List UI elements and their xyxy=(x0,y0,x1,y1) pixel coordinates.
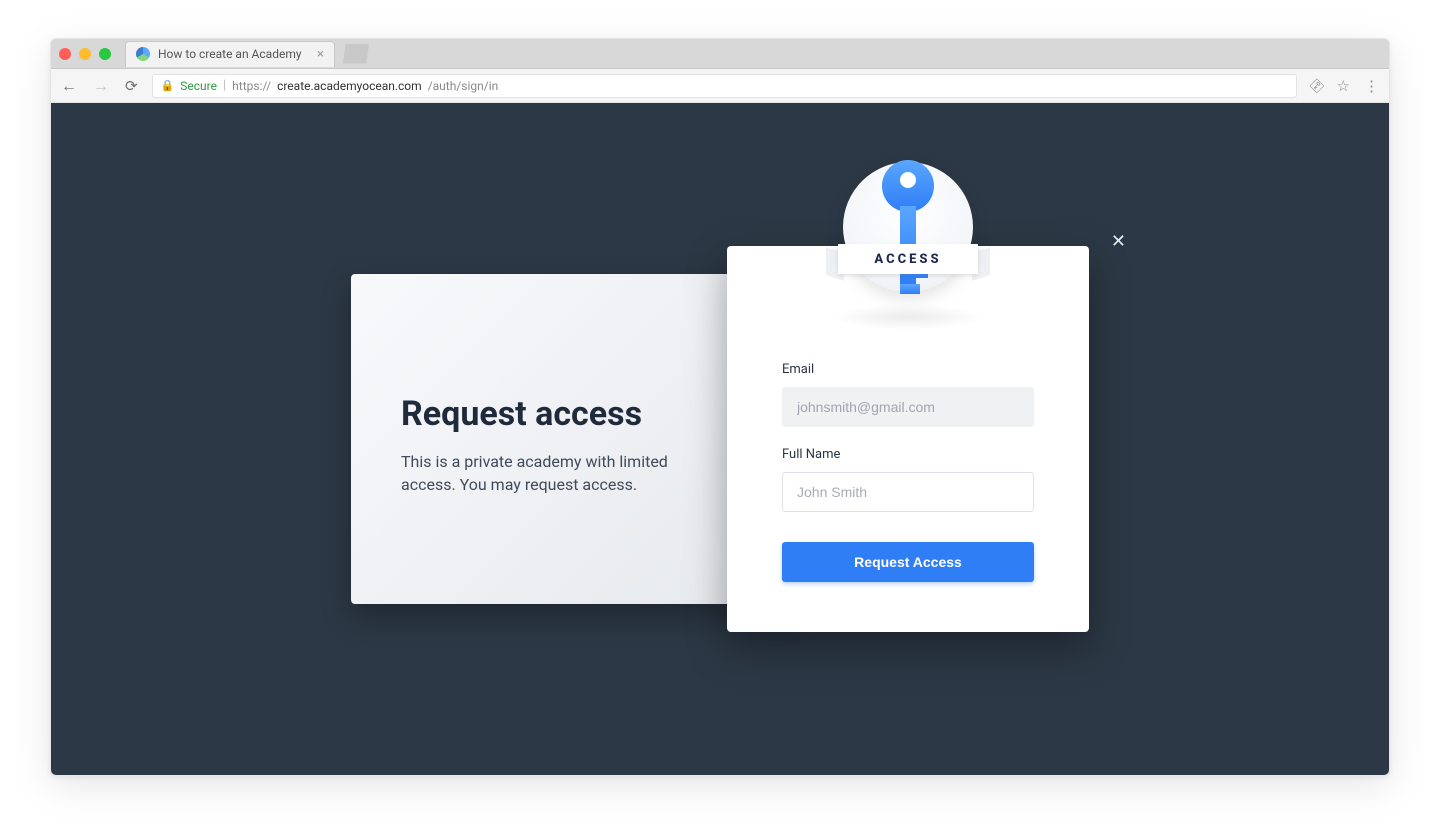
nav-icons: ← → ⟳ xyxy=(61,77,138,95)
tab-close-icon[interactable]: × xyxy=(317,48,324,61)
info-description: This is a private academy with limited a… xyxy=(401,450,691,496)
window-zoom-dot[interactable] xyxy=(99,48,111,60)
secure-label: Secure xyxy=(180,79,217,93)
lock-icon: 🔒 xyxy=(161,79,175,92)
fullname-label: Full Name xyxy=(782,447,1034,462)
browser-menu-icon[interactable]: ⋮ xyxy=(1364,77,1379,95)
browser-window: How to create an Academy × ← → ⟳ 🔒 Secur… xyxy=(50,38,1390,776)
nav-bar: ← → ⟳ 🔒 Secure | https:// create.academyo… xyxy=(51,69,1389,103)
key-icon[interactable]: ⚿ xyxy=(1306,75,1327,96)
window-minimize-dot[interactable] xyxy=(79,48,91,60)
nav-forward-icon[interactable]: → xyxy=(93,78,109,94)
fullname-input[interactable] xyxy=(782,472,1034,512)
tab-bar: How to create an Academy × xyxy=(51,39,1389,69)
info-panel: Request access This is a private academy… xyxy=(351,274,791,604)
address-bar[interactable]: 🔒 Secure | https:// create.academyocean.c… xyxy=(152,74,1298,98)
key-icon xyxy=(877,158,939,308)
new-tab-button[interactable] xyxy=(343,44,369,64)
bookmark-star-icon[interactable]: ☆ xyxy=(1337,77,1350,95)
nav-reload-icon[interactable]: ⟳ xyxy=(125,77,138,95)
url-path: /auth/sign/in xyxy=(428,79,499,93)
fullname-field-group: Full Name xyxy=(782,447,1034,512)
form-card: ACCESS Email Full Name Request Access xyxy=(727,246,1089,632)
url-separator: | xyxy=(223,78,226,93)
info-title: Request access xyxy=(401,394,741,434)
email-label: Email xyxy=(782,362,1034,377)
browser-tab[interactable]: How to create an Academy × xyxy=(125,41,335,67)
url-scheme: https:// xyxy=(232,79,271,93)
email-input[interactable] xyxy=(782,387,1034,427)
favicon-icon xyxy=(136,47,150,61)
badge-label: ACCESS xyxy=(874,252,941,267)
url-host: create.academyocean.com xyxy=(277,79,422,93)
window-controls xyxy=(59,48,111,60)
browser-right-icons: ⚿ ☆ ⋮ xyxy=(1311,77,1379,95)
email-field-group: Email xyxy=(782,362,1034,427)
page-viewport: ✕ Request access This is a private acade… xyxy=(51,103,1389,775)
tab-title: How to create an Academy xyxy=(158,47,302,61)
access-badge: ACCESS xyxy=(828,162,988,352)
content-wrap: Request access This is a private academy… xyxy=(51,103,1389,775)
nav-back-icon[interactable]: ← xyxy=(61,78,77,94)
request-access-button[interactable]: Request Access xyxy=(782,542,1034,582)
badge-ribbon: ACCESS xyxy=(838,244,978,274)
close-icon[interactable]: ✕ xyxy=(1111,231,1126,252)
window-close-dot[interactable] xyxy=(59,48,71,60)
